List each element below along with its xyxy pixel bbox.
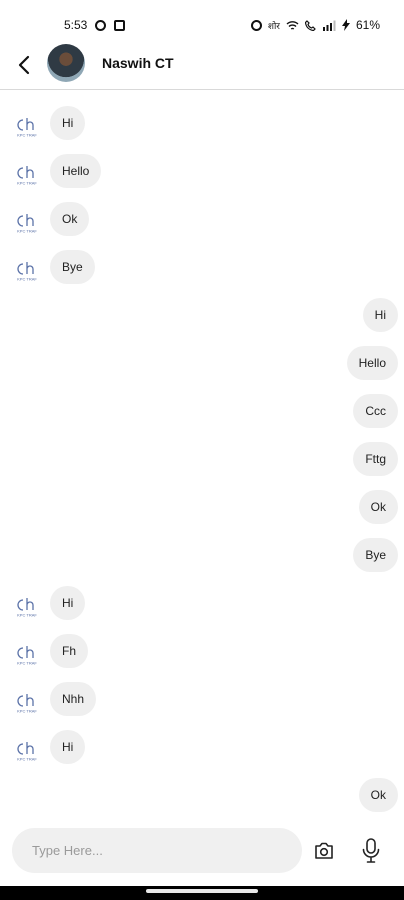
received-message[interactable]: KPC TRAF Hello: [17, 154, 102, 188]
message-bubble: Nhh: [50, 682, 97, 716]
received-message[interactable]: KPC TRAF Bye: [17, 250, 95, 284]
wifi-icon: [286, 20, 299, 30]
received-message[interactable]: KPC TRAF Ok: [17, 202, 90, 236]
sender-logo-icon: KPC TRAF: [17, 646, 37, 666]
network-label: शोर: [267, 20, 280, 31]
sent-message[interactable]: Bye: [353, 538, 398, 572]
status-bar: 5:53 शोर 61%: [0, 0, 404, 48]
sender-logo-icon: KPC TRAF: [17, 694, 37, 714]
back-button[interactable]: [12, 53, 36, 77]
svg-text:KPC TRAF: KPC TRAF: [17, 229, 37, 234]
microphone-icon: [362, 838, 380, 863]
message-bubble: Hi: [362, 298, 398, 332]
battery-percent: 61%: [355, 18, 380, 32]
message-bubble: Hello: [346, 346, 398, 380]
received-message[interactable]: KPC TRAF Hi: [17, 586, 86, 620]
sent-message[interactable]: Fttg: [353, 442, 398, 476]
svg-text:KPC TRAF: KPC TRAF: [17, 181, 37, 186]
sent-message[interactable]: Ccc: [353, 394, 398, 428]
back-arrow-icon: [18, 55, 30, 75]
received-message[interactable]: KPC TRAF Hi: [17, 730, 86, 764]
sender-logo-icon: KPC TRAF: [17, 118, 37, 138]
chat-header: Naswih CT: [0, 44, 404, 90]
camera-icon: [315, 842, 333, 859]
camera-button[interactable]: [312, 839, 336, 863]
svg-text:KPC TRAF: KPC TRAF: [17, 757, 37, 762]
svg-text:KPC TRAF: KPC TRAF: [17, 277, 37, 282]
message-bubble: Hello: [50, 154, 102, 188]
message-bubble: Fh: [50, 634, 89, 668]
sync-icon: [95, 19, 107, 31]
svg-text:KPC TRAF: KPC TRAF: [17, 709, 37, 714]
sender-logo-icon: KPC TRAF: [17, 742, 37, 762]
signal-icon: [322, 20, 336, 31]
received-message[interactable]: KPC TRAF Fh: [17, 634, 89, 668]
message-bubble: Fttg: [353, 442, 398, 476]
received-message[interactable]: KPC TRAF Hi: [17, 106, 86, 140]
sender-logo-icon: KPC TRAF: [17, 598, 37, 618]
message-bubble: Ok: [358, 778, 398, 812]
sender-logo-icon: KPC TRAF: [17, 262, 37, 282]
microphone-button[interactable]: [359, 837, 383, 865]
message-bubble: Bye: [353, 538, 398, 572]
status-left: 5:53: [64, 18, 126, 32]
home-indicator[interactable]: [146, 889, 258, 893]
message-bubble: Bye: [50, 250, 95, 284]
message-bubble: Ok: [50, 202, 90, 236]
sender-logo-icon: KPC TRAF: [17, 214, 37, 234]
contact-avatar[interactable]: [47, 44, 85, 82]
message-bubble: Hi: [50, 586, 86, 620]
svg-text:KPC TRAF: KPC TRAF: [17, 133, 37, 138]
sent-message[interactable]: Hi: [362, 298, 398, 332]
message-list[interactable]: KPC TRAF Hi KPC TRAF Hello KPC TRAF Ok KPC TRA…: [0, 92, 404, 827]
status-right: शोर 61%: [250, 18, 380, 32]
alarm-icon: [250, 19, 262, 31]
sender-logo-icon: KPC TRAF: [17, 166, 37, 186]
call-icon: [304, 19, 316, 31]
svg-text:KPC TRAF: KPC TRAF: [17, 661, 37, 666]
message-bubble: Hi: [50, 730, 86, 764]
message-bubble: Ok: [358, 490, 398, 524]
message-bubble: Ccc: [353, 394, 398, 428]
svg-text:KPC TRAF: KPC TRAF: [17, 613, 37, 618]
message-bubble: Hi: [50, 106, 86, 140]
status-time: 5:53: [64, 18, 88, 32]
navigation-bar: [0, 886, 404, 900]
sent-message[interactable]: Ok: [358, 490, 398, 524]
sent-message[interactable]: Ok: [358, 778, 398, 812]
charging-icon: [341, 19, 350, 31]
contact-name[interactable]: Naswih CT: [102, 55, 174, 71]
message-input-bar: [0, 826, 404, 876]
message-input[interactable]: [12, 828, 302, 873]
notification-icon: [114, 19, 126, 31]
received-message[interactable]: KPC TRAF Nhh: [17, 682, 97, 716]
sent-message[interactable]: Hello: [346, 346, 398, 380]
